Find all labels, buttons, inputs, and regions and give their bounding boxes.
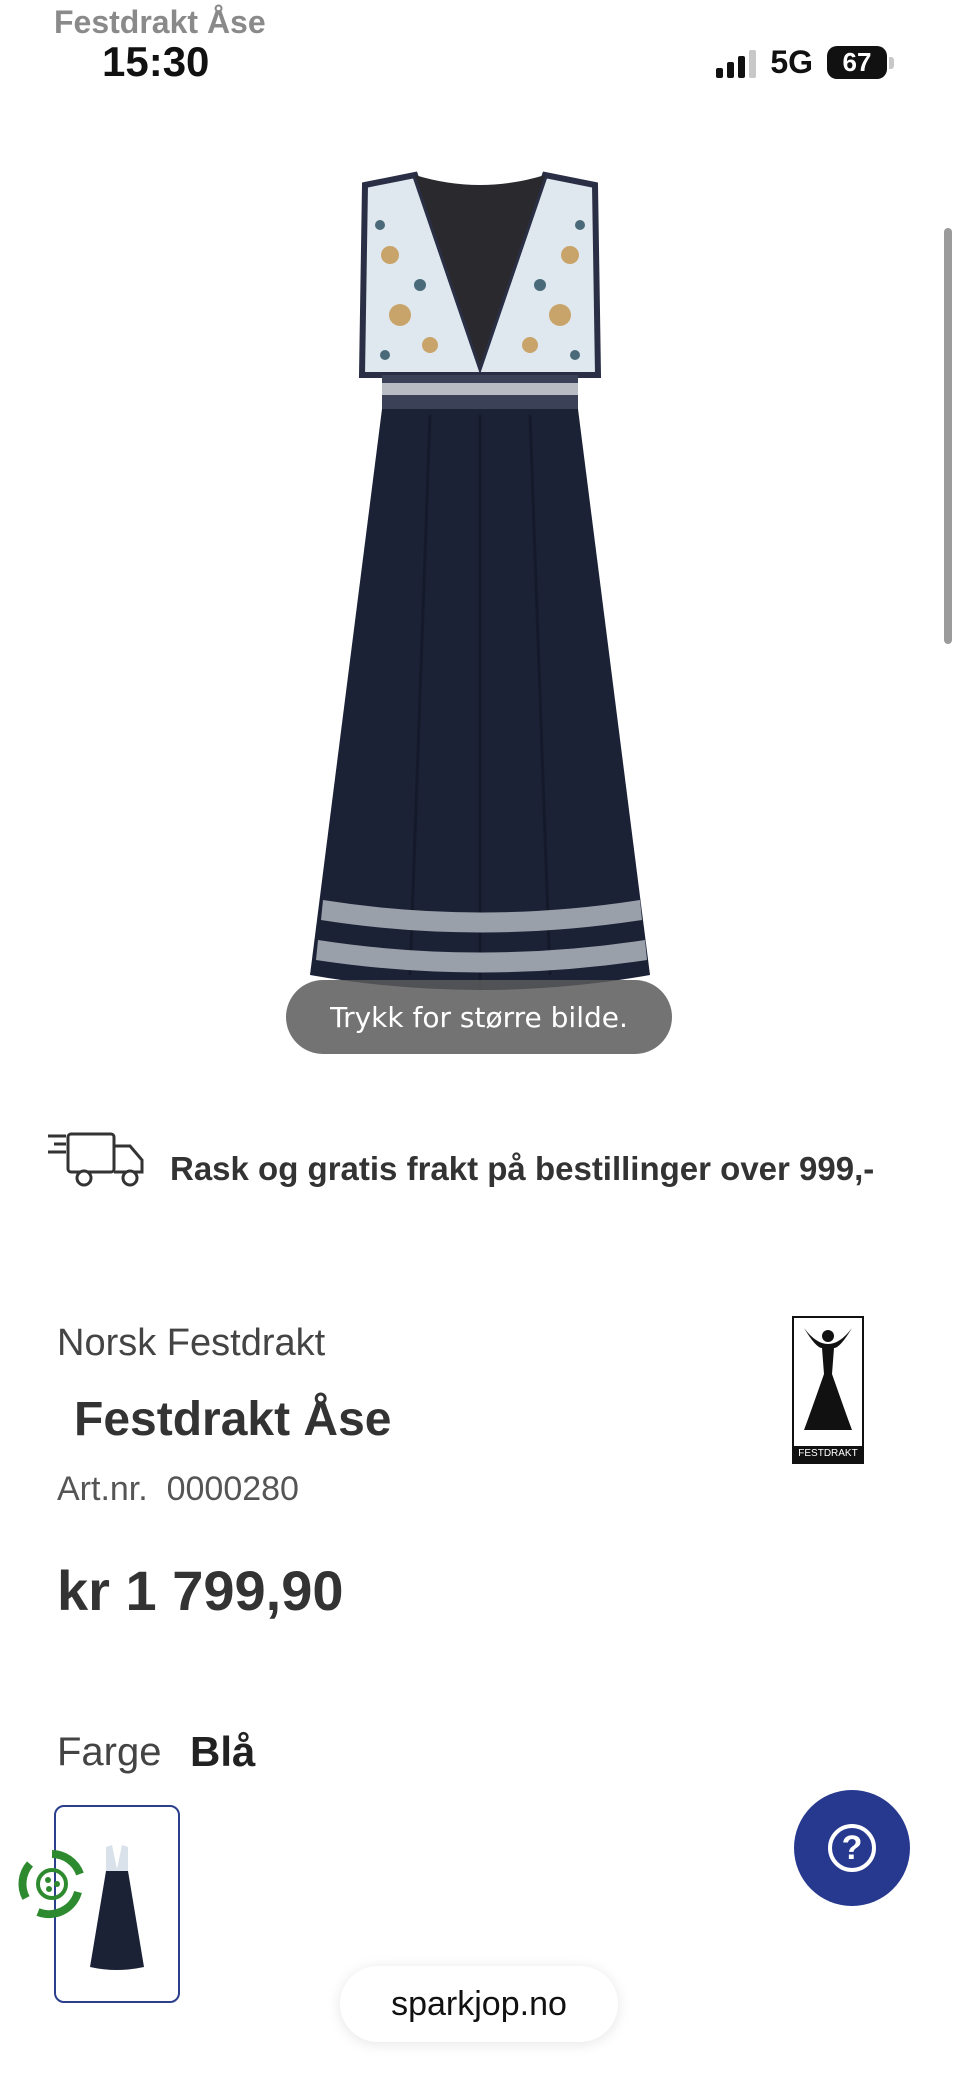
question-icon: ? (828, 1824, 876, 1872)
battery-icon: 67 (827, 46, 894, 79)
article-number: Art.nr. 0000280 (57, 1470, 299, 1508)
color-value: Blå (190, 1728, 256, 1775)
product-image[interactable] (280, 165, 680, 1045)
product-price: kr 1 799,90 (57, 1559, 344, 1622)
scrollbar[interactable] (944, 228, 952, 644)
product-title: Festdrakt Åse (74, 1393, 392, 1446)
status-time: 15:30 (102, 38, 210, 85)
url-bar[interactable]: sparkjop.no (340, 1966, 618, 2042)
enlarge-image-tooltip[interactable]: Trykk for større bilde. (286, 980, 672, 1054)
recycle-icon[interactable] (16, 1848, 88, 1920)
signal-icon (716, 48, 757, 78)
delivery-truck-icon (46, 1130, 146, 1190)
brand-logo-caption: FESTDRAKT (794, 1446, 862, 1462)
color-label: Farge (57, 1730, 162, 1774)
shipping-info: Rask og gratis frakt på bestillinger ove… (170, 1150, 875, 1187)
product-brand[interactable]: Norsk Festdrakt (57, 1322, 325, 1365)
dress-illustration (310, 171, 650, 990)
help-button[interactable]: ? (794, 1790, 910, 1906)
network-label: 5G (770, 44, 813, 80)
status-indicators: 5G 67 (716, 44, 894, 81)
app-title: Festdrakt Åse (54, 4, 266, 40)
brand-logo[interactable] (792, 1316, 864, 1464)
battery-level: 67 (827, 46, 887, 79)
